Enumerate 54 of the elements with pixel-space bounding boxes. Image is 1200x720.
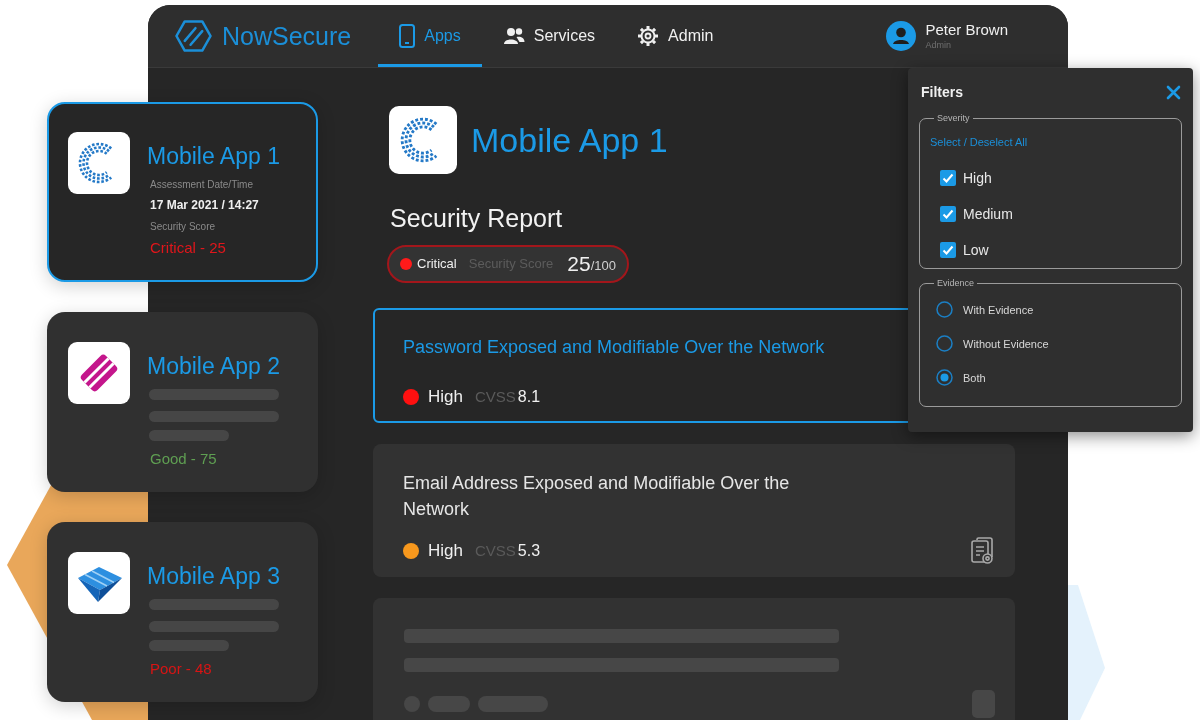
- group-legend: Severity: [934, 113, 973, 123]
- checkbox[interactable]: [940, 242, 956, 258]
- close-icon[interactable]: [1166, 84, 1181, 100]
- radio-button[interactable]: [936, 335, 953, 352]
- report-subtitle: Security Report: [390, 203, 563, 233]
- user-name: Peter Brown: [925, 21, 1008, 39]
- checkbox-label: High: [963, 169, 992, 188]
- select-all-link[interactable]: Select / Deselect All: [930, 135, 1028, 149]
- dotted-arc-logo-icon: [68, 132, 130, 194]
- score-max: /100: [590, 256, 616, 275]
- checkbox[interactable]: [940, 206, 956, 222]
- layered-slab-logo-icon: [68, 552, 130, 614]
- detail-label: Security Score: [150, 220, 216, 234]
- checkbox-label: Low: [963, 241, 989, 260]
- app-name: Mobile App 3: [147, 562, 280, 590]
- rating-label: Critical: [417, 255, 457, 274]
- finding-title: Email Address Exposed and Modifiable Over the Network: [403, 472, 791, 521]
- document-gear-icon[interactable]: [970, 537, 994, 565]
- security-score: Poor - 48: [150, 659, 212, 679]
- group-legend: Evidence: [934, 278, 978, 288]
- app-card[interactable]: Mobile App 3 Poor - 48: [47, 522, 318, 702]
- user-role: Admin: [925, 39, 951, 51]
- finding-title: Password Exposed and Modifiable Over the Network: [403, 336, 825, 359]
- radio-button[interactable]: [936, 301, 953, 318]
- severity-label: High: [428, 386, 463, 409]
- security-score: Critical - 25: [150, 238, 226, 258]
- app-card[interactable]: Mobile App 1 Assessment Date/Time 17 Mar 2021 / 14:27 Security Score Critical - 25: [47, 102, 318, 282]
- people-icon: [502, 27, 525, 45]
- cvss-score: 8.1: [517, 387, 541, 407]
- detail-label: Assessment Date/Time: [150, 178, 253, 192]
- gear-icon: [637, 25, 660, 47]
- hexagon-logo-icon: [175, 19, 212, 53]
- dotted-arc-logo-icon: [389, 106, 457, 174]
- nav-tab[interactable]: Services: [481, 5, 617, 67]
- striped-diamond-logo-icon: [68, 342, 130, 404]
- brand-name: NowSecure: [222, 21, 352, 51]
- nav-tab[interactable]: Apps: [378, 5, 482, 67]
- cvss-score: 5.3: [517, 541, 541, 561]
- panel-title: Filters: [921, 83, 963, 102]
- nav-tab[interactable]: Admin: [616, 5, 735, 67]
- user-avatar-icon[interactable]: [886, 21, 917, 51]
- report-title: Mobile App 1: [471, 120, 668, 160]
- app-card[interactable]: Mobile App 2 Good - 75: [47, 312, 318, 492]
- score-value: 25: [567, 252, 591, 276]
- app-name: Mobile App 2: [147, 352, 280, 380]
- severity-label: High: [428, 540, 463, 563]
- radio-button[interactable]: [936, 369, 953, 386]
- radio-label: Both: [963, 370, 986, 385]
- phone-icon: [399, 24, 416, 48]
- checkbox-label: Medium: [963, 205, 1013, 224]
- assessment-date: 17 Mar 2021 / 14:27: [150, 197, 259, 213]
- checkbox[interactable]: [940, 170, 956, 186]
- app-name: Mobile App 1: [147, 142, 280, 170]
- security-score: Good - 75: [150, 449, 217, 469]
